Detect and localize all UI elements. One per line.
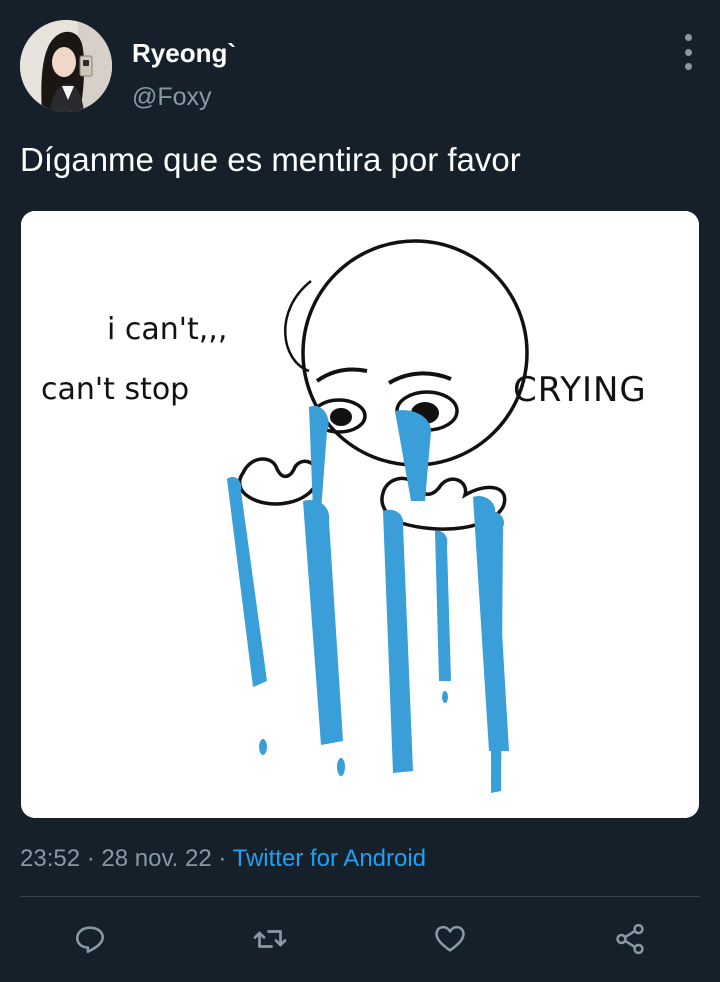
tweet-detail: Ryeong` @Foxy Díganme que es mentira por… xyxy=(0,0,720,982)
share-button[interactable] xyxy=(606,915,654,963)
reply-button[interactable] xyxy=(66,915,114,963)
tweet-meta: 23:52 · 28 nov. 22 · Twitter for Android xyxy=(20,843,426,875)
tweet-time: 23:52 xyxy=(20,845,81,872)
more-dot-2 xyxy=(684,48,692,56)
tweet-media-image[interactable]: i can't,,, can't stop CRYING xyxy=(21,211,699,818)
more-dot-1 xyxy=(684,34,692,41)
user-handle[interactable]: @Foxy xyxy=(132,82,236,112)
divider xyxy=(20,896,700,897)
retweet-button[interactable] xyxy=(246,915,294,963)
retweet-icon xyxy=(253,930,287,948)
tweet-source-link[interactable]: Twitter for Android xyxy=(233,845,426,872)
crying-meme-drawing: i can't,,, can't stop CRYING xyxy=(21,211,699,818)
avatar-photo xyxy=(20,20,112,112)
heart-icon xyxy=(435,925,465,952)
more-vertical-icon[interactable] xyxy=(676,34,700,70)
tweet-text: Díganme que es mentira por favor xyxy=(20,141,521,178)
caption-line-3: CRYING xyxy=(513,370,647,410)
caption-line-1: i can't,,, xyxy=(107,312,227,347)
share-icon xyxy=(616,923,644,955)
tweet-actions xyxy=(0,915,720,963)
more-dot-3 xyxy=(684,63,692,70)
meta-separator: · xyxy=(80,845,102,872)
display-name[interactable]: Ryeong` xyxy=(132,38,236,68)
author-names: Ryeong` @Foxy xyxy=(132,38,236,112)
like-button[interactable] xyxy=(426,915,474,963)
tweet-date: 28 nov. 22 xyxy=(101,845,212,872)
caption-line-2: can't stop xyxy=(41,372,189,407)
tweet-header: Ryeong` @Foxy xyxy=(20,20,700,112)
avatar[interactable] xyxy=(20,20,112,112)
reply-icon xyxy=(75,926,105,954)
meta-separator: · xyxy=(211,845,233,872)
